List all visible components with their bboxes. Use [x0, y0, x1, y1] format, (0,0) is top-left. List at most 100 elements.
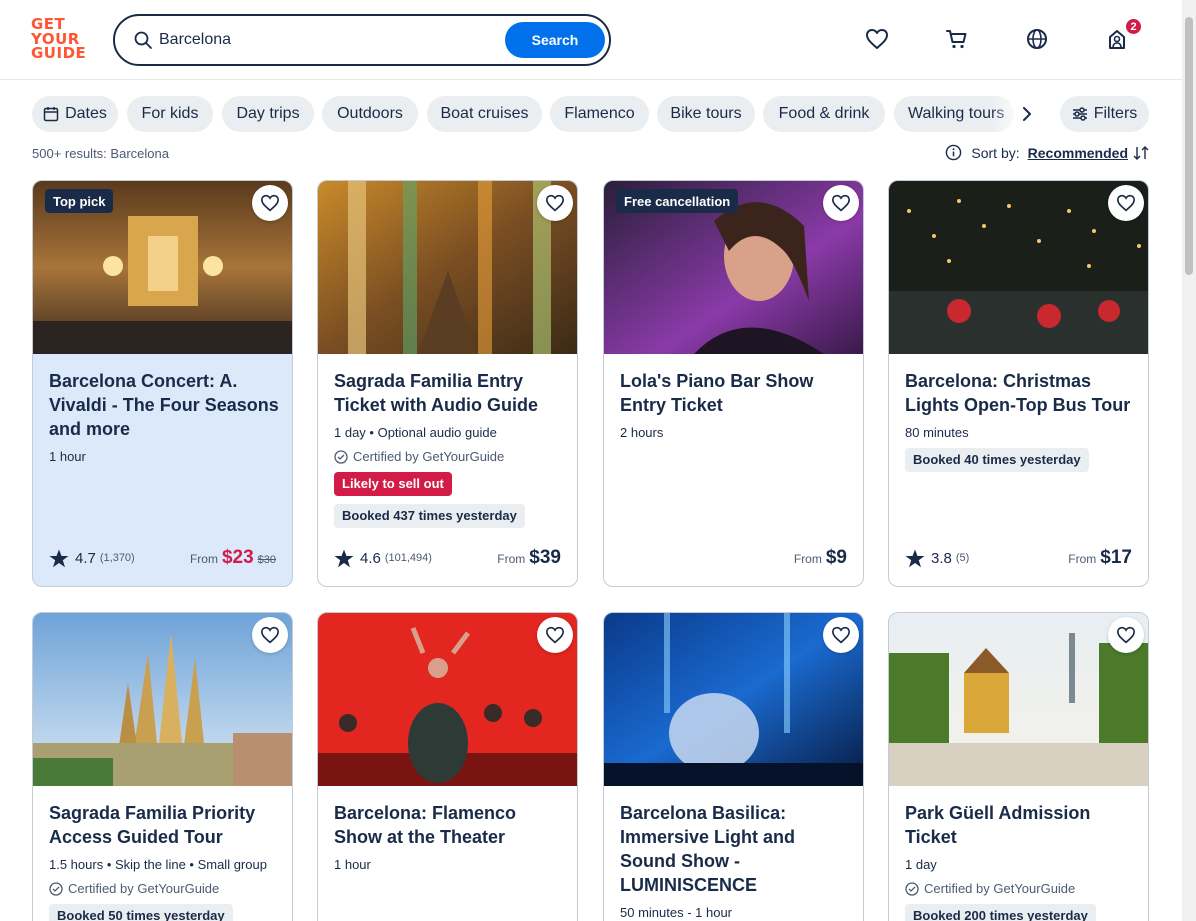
card-title[interactable]: Lola's Piano Bar Show Entry Ticket	[620, 369, 852, 417]
rating-value: 4.7	[75, 549, 96, 567]
chip-label: For kids	[141, 105, 199, 122]
chip-flamenco[interactable]: Flamenco	[550, 96, 649, 132]
price-from: From	[497, 552, 526, 566]
price-amount: $9	[825, 547, 847, 568]
likely-sell-out-badge: Likely to sell out	[334, 472, 452, 496]
top-header: GET YOUR GUIDE Search 2	[0, 0, 1182, 80]
rating-value: 4.6	[360, 549, 381, 567]
favorite-heart-icon[interactable]	[252, 185, 288, 221]
results-query: Barcelona	[110, 146, 169, 161]
info-icon[interactable]	[945, 144, 962, 161]
card-rating: 4.7 (1,370)	[49, 549, 135, 568]
sort-value[interactable]: Recommended	[1028, 145, 1128, 161]
chip-label: Outdoors	[337, 105, 403, 122]
card-title[interactable]: Barcelona: Christmas Lights Open-Top Bus…	[905, 369, 1137, 417]
search-bar: Search	[113, 14, 611, 66]
card-duration: 2 hours	[620, 425, 664, 440]
search-button[interactable]: Search	[505, 22, 605, 58]
globe-icon[interactable]	[1024, 26, 1050, 52]
price-amount: $23	[221, 547, 254, 568]
card-title[interactable]: Sagrada Familia Priority Access Guided T…	[49, 801, 281, 849]
sort-label: Sort by:	[971, 144, 1020, 161]
card-title[interactable]: Park Güell Admission Ticket	[905, 801, 1137, 849]
chip-for-kids[interactable]: For kids	[127, 96, 213, 132]
chip-bike-tours[interactable]: Bike tours	[657, 96, 755, 132]
certified-label: Certified by GetYourGuide	[905, 881, 1137, 896]
activity-card[interactable]: Barcelona: Flamenco Show at the Theater …	[317, 612, 578, 921]
star-icon	[49, 549, 69, 567]
getyourguide-logo[interactable]: GET YOUR GUIDE	[31, 17, 91, 63]
results-count: 500+ results: Barcelona	[32, 146, 169, 161]
chip-label: Day trips	[236, 105, 300, 122]
card-price: From $9	[794, 547, 847, 569]
logo-line-3: GUIDE	[31, 44, 87, 62]
search-input[interactable]	[159, 27, 499, 53]
card-duration: 1 hour	[49, 449, 86, 464]
booked-badge: Booked 40 times yesterday	[905, 448, 1089, 472]
favorite-heart-icon[interactable]	[1108, 617, 1144, 653]
card-price: From $23 $30	[190, 547, 276, 569]
calendar-icon	[43, 106, 59, 122]
certified-label: Certified by GetYourGuide	[334, 449, 566, 464]
rating-value: 3.8	[931, 549, 952, 567]
booked-badge: Booked 437 times yesterday	[334, 504, 525, 528]
activity-card[interactable]: Sagrada Familia Priority Access Guided T…	[32, 612, 293, 921]
card-duration: 80 minutes	[905, 425, 969, 440]
chevron-right-icon[interactable]	[1016, 104, 1038, 124]
search-icon	[134, 31, 152, 49]
top-pick-tag: Top pick	[45, 189, 114, 213]
price-from: From	[189, 552, 218, 566]
favorite-heart-icon[interactable]	[252, 617, 288, 653]
activity-card[interactable]: Free cancellation Lola's Piano Bar Show …	[603, 180, 864, 587]
chip-label: Flamenco	[564, 105, 635, 122]
chip-label: Boat cruises	[440, 105, 529, 122]
chip-label: Food & drink	[778, 105, 870, 122]
sliders-icon	[1072, 107, 1088, 121]
activity-card[interactable]: Barcelona Basilica: Immersive Light and …	[603, 612, 864, 921]
chip-label: Dates	[65, 105, 107, 122]
wishlist-heart-icon[interactable]	[864, 26, 890, 52]
filters-label: Filters	[1093, 105, 1138, 122]
chip-food-drink[interactable]: Food & drink	[763, 96, 885, 132]
chip-label: Bike tours	[670, 105, 742, 122]
results-count-text: 500+ results:	[32, 146, 107, 161]
card-duration: 1 hour	[334, 857, 371, 872]
cart-icon[interactable]	[944, 26, 970, 52]
chip-day-trips[interactable]: Day trips	[222, 96, 314, 132]
card-title[interactable]: Sagrada Familia Entry Ticket with Audio …	[334, 369, 566, 417]
review-count: (5)	[955, 552, 970, 564]
favorite-heart-icon[interactable]	[537, 185, 573, 221]
sort-arrows-icon	[1133, 145, 1149, 160]
cart-count-badge: 2	[1124, 17, 1143, 36]
favorite-heart-icon[interactable]	[537, 617, 573, 653]
card-title[interactable]: Barcelona: Flamenco Show at the Theater	[334, 801, 566, 849]
certified-label: Certified by GetYourGuide	[49, 881, 281, 896]
card-title[interactable]: Barcelona Basilica: Immersive Light and …	[620, 801, 852, 897]
favorite-heart-icon[interactable]	[823, 185, 859, 221]
card-title[interactable]: Barcelona Concert: A. Vivaldi - The Four…	[49, 369, 281, 441]
sort-control[interactable]: Sort by: Recommended	[945, 144, 1149, 161]
chip-outdoors[interactable]: Outdoors	[322, 96, 418, 132]
certified-check-icon	[334, 449, 348, 464]
certified-text: Certified by GetYourGuide	[353, 449, 505, 464]
price-amount: $17	[1100, 547, 1132, 568]
activity-card[interactable]: Park Güell Admission Ticket 1 day Certif…	[888, 612, 1149, 921]
favorite-heart-icon[interactable]	[1108, 185, 1144, 221]
filters-button[interactable]: Filters	[1060, 96, 1149, 132]
card-duration: 1 day	[905, 857, 937, 872]
activity-card[interactable]: Barcelona: Christmas Lights Open-Top Bus…	[888, 180, 1149, 587]
scrollbar-thumb[interactable]	[1185, 17, 1193, 275]
activity-card[interactable]: Top pick Barcelona Concert: A. Vivaldi -…	[32, 180, 293, 587]
chip-boat-cruises[interactable]: Boat cruises	[427, 96, 542, 132]
booked-badge: Booked 200 times yesterday	[905, 904, 1096, 921]
star-icon	[905, 549, 925, 567]
certified-text: Certified by GetYourGuide	[924, 881, 1076, 896]
card-rating: 3.8 (5)	[905, 549, 969, 568]
activity-card[interactable]: Sagrada Familia Entry Ticket with Audio …	[317, 180, 578, 587]
card-duration: 1 day • Optional audio guide	[334, 425, 497, 440]
page-scrollbar[interactable]	[1182, 0, 1196, 921]
chip-dates[interactable]: Dates	[32, 96, 118, 132]
card-price: From $39	[497, 547, 561, 569]
favorite-heart-icon[interactable]	[823, 617, 859, 653]
price-from: From	[793, 552, 822, 566]
